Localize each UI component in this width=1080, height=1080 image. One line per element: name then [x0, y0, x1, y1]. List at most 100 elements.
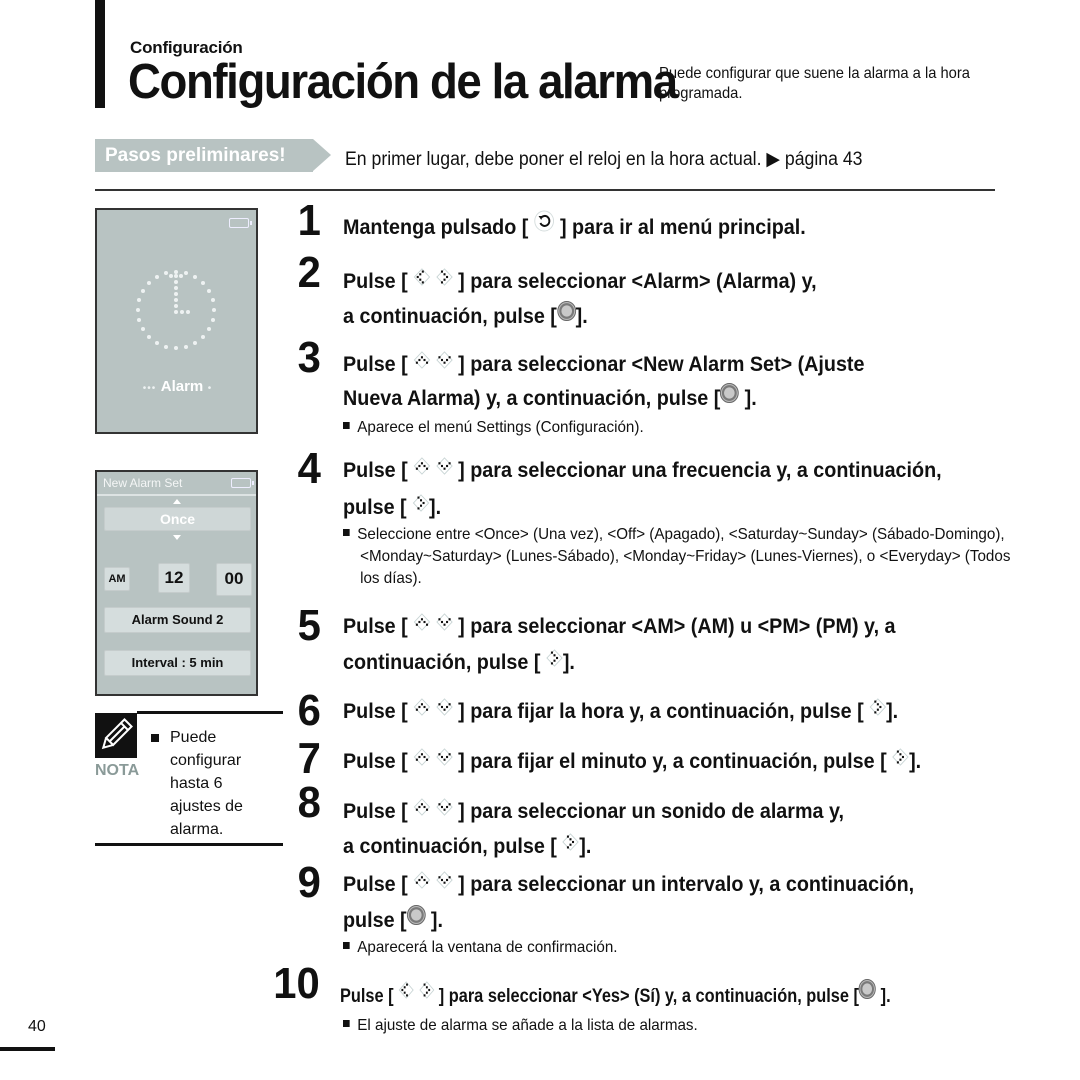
battery-icon	[231, 478, 254, 488]
clock-hand-dot	[174, 304, 178, 308]
step-note-text: Aparece el menú Settings (Configuración)…	[357, 419, 644, 436]
clock-hand-dot	[174, 298, 178, 302]
step-text: ].	[562, 651, 575, 674]
clock-dot	[174, 346, 178, 350]
step-text: ].	[429, 496, 442, 519]
bullet	[343, 529, 350, 537]
step-text: Mantenga pulsado [	[343, 216, 534, 239]
step-text: a continuación, pulse [	[343, 835, 563, 858]
clock-dot	[155, 275, 159, 280]
step-instruction: Pulse [ ] para fijar la hora y, a contin…	[343, 694, 898, 730]
ok-button-icon	[720, 379, 740, 414]
step-instruction: Pulse [ ] para seleccionar una frecuenci…	[343, 453, 942, 489]
step-instruction: Pulse [ ] para seleccionar un intervalo …	[343, 867, 914, 903]
step-instruction: Pulse [ ] para seleccionar un sonido de …	[343, 794, 844, 830]
page-number-rule	[0, 1047, 55, 1051]
step-text: ] para seleccionar un sonido de alarma y…	[452, 800, 844, 823]
clock-dot	[200, 281, 205, 286]
step-text: ].	[425, 909, 443, 932]
interval-field[interactable]: Interval : 5 min	[104, 650, 251, 676]
step-text: ].	[739, 387, 757, 410]
step-text: ] para fijar el minuto y, a continuación…	[452, 750, 893, 773]
alarm-clock-icon	[133, 262, 219, 352]
page-title: Configuración de la alarma	[128, 55, 678, 109]
note-icon-box	[95, 713, 137, 758]
step-instruction: a continuación, pulse [ ].	[343, 829, 591, 865]
device-screen-new-alarm-set: New Alarm Set Once AM 12 00 Alarm Sound …	[95, 470, 258, 696]
step-text: ] para ir al menú principal.	[554, 216, 806, 239]
step-number: 3	[297, 333, 321, 382]
right-icon	[562, 827, 580, 862]
back-icon	[534, 208, 555, 243]
clock-dot	[137, 298, 142, 303]
right-icon	[869, 692, 886, 727]
step-instruction: Pulse [ ] para seleccionar <AM> (AM) u <…	[343, 609, 896, 645]
step-text: Pulse [	[343, 700, 414, 723]
step-instruction: Pulse [ ] para fijar el minuto y, a cont…	[343, 744, 921, 780]
right-dot: •	[207, 383, 212, 394]
step-instruction: pulse [ ].	[343, 903, 443, 939]
clock-hand-dot	[174, 292, 178, 296]
right-icon	[892, 742, 909, 777]
step-note: Aparecerá la ventana de confirmación.	[343, 937, 1008, 959]
frequency-field[interactable]: Once	[104, 507, 251, 531]
step-number: 10	[273, 959, 320, 1008]
step-number: 7	[297, 734, 321, 783]
step-text: pulse [	[343, 909, 407, 932]
pencil-icon	[101, 718, 133, 750]
step-text: ] para seleccionar <New Alarm Set> (Ajus…	[452, 353, 865, 376]
step-text: Nueva Alarma) y, a continuación, pulse [	[343, 387, 721, 410]
up-down-icon	[413, 692, 453, 727]
clock-hand-dot	[180, 310, 184, 314]
up-arrow-icon	[173, 499, 181, 504]
clock-dot	[212, 308, 216, 312]
divider	[95, 189, 995, 191]
up-down-icon	[413, 865, 453, 900]
step-instruction: Pulse [ ] para seleccionar <Yes> (Sí) y,…	[340, 979, 891, 1014]
bullet	[343, 942, 350, 950]
clock-dot	[137, 317, 142, 322]
step-text: Pulse [	[343, 873, 414, 896]
minute-field[interactable]: 00	[216, 563, 252, 596]
clock-dot	[193, 275, 197, 280]
clock-dot	[164, 271, 169, 276]
up-down-icon	[413, 792, 453, 827]
step-text: Pulse [	[343, 800, 414, 823]
step-number: 2	[297, 248, 321, 297]
menu-item-alarm: ••• Alarm •	[127, 378, 227, 396]
step-text: ].	[886, 700, 899, 723]
step-instruction: Mantenga pulsado [ ] para ir al menú pri…	[343, 210, 806, 246]
step-text: continuación, pulse [	[343, 651, 546, 674]
note-top-rule	[137, 711, 283, 714]
step-instruction: Nueva Alarma) y, a continuación, pulse […	[343, 381, 757, 417]
step-number: 1	[297, 196, 321, 245]
step-note: Seleccione entre <Once> (Una vez), <Off>…	[343, 524, 1025, 590]
hour-field[interactable]: 12	[158, 563, 190, 593]
alarm-sound-field[interactable]: Alarm Sound 2	[104, 607, 251, 633]
ampm-field[interactable]: AM	[104, 567, 130, 591]
clock-dot	[183, 344, 188, 349]
step-instruction: Pulse [ ] para seleccionar <Alarm> (Alar…	[343, 264, 817, 300]
clock-hand-dot	[174, 310, 178, 314]
clock-dot	[210, 317, 215, 322]
left-right-icon	[398, 976, 435, 1011]
step-instruction: Pulse [ ] para seleccionar <New Alarm Se…	[343, 347, 864, 383]
step-text: ] para seleccionar <Alarm> (Alarma) y,	[452, 270, 817, 293]
section-marker-bar	[95, 0, 105, 108]
left-dots: •••	[142, 383, 157, 394]
clock-hand-dot	[169, 274, 173, 278]
clock-dot	[193, 340, 197, 345]
step-text: ] para seleccionar una frecuencia y, a c…	[452, 459, 942, 482]
step-note-text: El ajuste de alarma se añade a la lista …	[357, 1017, 698, 1034]
step-text: Pulse [	[343, 615, 414, 638]
prelim-text: En primer lugar, debe poner el reloj en …	[345, 149, 863, 170]
step-instruction: continuación, pulse [ ].	[343, 645, 575, 681]
step-number: 5	[297, 601, 321, 650]
battery-icon	[229, 218, 252, 228]
prelim-badge-arrow	[313, 139, 331, 171]
step-text: a continuación, pulse [	[343, 305, 557, 328]
clock-hand-dot	[174, 274, 178, 278]
clock-dot	[206, 289, 211, 293]
header-divider	[97, 494, 256, 496]
ok-button-icon	[406, 901, 426, 936]
